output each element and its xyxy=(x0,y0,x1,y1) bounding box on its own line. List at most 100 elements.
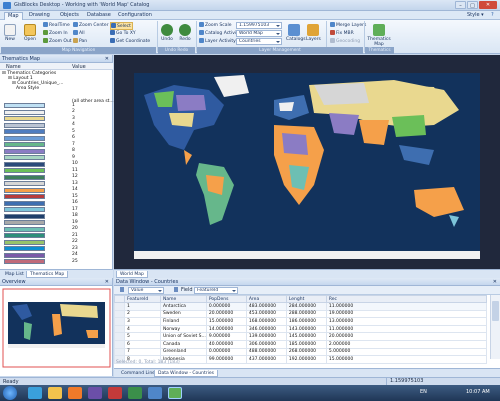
table-cell[interactable]: 40.000000 xyxy=(205,339,247,349)
color-swatch[interactable] xyxy=(4,259,45,264)
row-header[interactable] xyxy=(114,339,125,349)
table-cell[interactable]: 168.000000 xyxy=(245,317,287,326)
table-cell[interactable]: 453.000000 xyxy=(245,309,287,319)
table-cell[interactable]: 11.000000 xyxy=(325,302,488,311)
color-swatch[interactable] xyxy=(4,246,45,251)
zoom-all-button[interactable]: All xyxy=(73,30,85,36)
color-swatch[interactable] xyxy=(4,233,45,238)
tab-world-map[interactable]: World Map xyxy=(116,271,148,278)
overview-map-svg[interactable] xyxy=(2,288,111,368)
table-cell[interactable]: 437.000000 xyxy=(245,355,287,364)
column-header[interactable]: Rec xyxy=(325,295,488,303)
tab-thematics-map[interactable]: Thematics Map xyxy=(26,271,69,278)
table-cell[interactable]: Sweden xyxy=(160,309,207,319)
geocoding-button[interactable]: Geocoding xyxy=(330,38,360,44)
open-button[interactable]: Open xyxy=(22,24,38,42)
color-swatch[interactable] xyxy=(4,161,45,167)
table-cell[interactable]: 6 xyxy=(124,339,161,349)
menu-map[interactable]: Map xyxy=(4,12,23,20)
thematics-map-button[interactable]: Thematics Map xyxy=(366,24,392,47)
media-icon[interactable] xyxy=(68,387,82,399)
app-icon[interactable] xyxy=(148,387,162,399)
table-cell[interactable]: 186.000000 xyxy=(285,317,327,326)
table-cell[interactable]: 5 xyxy=(124,332,161,341)
fix-mbr-button[interactable]: Fix MBR xyxy=(330,30,354,36)
table-cell[interactable]: 306.000000 xyxy=(245,339,287,349)
catalogs-button[interactable]: Catalogs xyxy=(286,24,306,42)
table-cell[interactable]: 13.000000 xyxy=(325,317,488,326)
table-cell[interactable]: 143.000000 xyxy=(285,324,327,334)
table-cell[interactable]: 3 xyxy=(124,317,161,326)
table-cell[interactable]: 20.000000 xyxy=(325,332,488,341)
table-cell[interactable]: 0.000000 xyxy=(205,347,247,357)
table-cell[interactable]: 5.000000 xyxy=(325,347,488,357)
table-cell[interactable]: 346.000000 xyxy=(245,324,287,334)
color-swatch[interactable] xyxy=(4,239,45,245)
clock[interactable]: 10:07 AM xyxy=(466,389,490,395)
table-cell[interactable]: 268.000000 xyxy=(285,347,327,357)
select-button[interactable]: Select xyxy=(110,22,133,30)
menu-objects[interactable]: Objects xyxy=(57,12,82,20)
table-cell[interactable]: 2.000000 xyxy=(325,339,488,349)
color-swatch[interactable] xyxy=(4,109,45,115)
menu-configuration[interactable]: Configuration xyxy=(115,12,155,20)
row-header[interactable] xyxy=(114,347,125,357)
language-indicator[interactable]: EN xyxy=(420,389,427,395)
close-panel-icon[interactable]: ✕ xyxy=(105,278,109,286)
color-swatch[interactable] xyxy=(4,148,45,154)
table-cell[interactable]: 192.000000 xyxy=(285,355,327,364)
color-swatch[interactable] xyxy=(4,122,45,128)
table-cell[interactable]: 1 xyxy=(124,302,161,311)
color-swatch[interactable] xyxy=(4,252,45,258)
filter-icon[interactable] xyxy=(174,287,178,292)
row-header[interactable] xyxy=(114,324,125,334)
column-header[interactable]: FeatureId xyxy=(124,295,161,303)
layers-button[interactable]: Layers xyxy=(306,24,321,42)
new-button[interactable]: New xyxy=(3,24,17,42)
color-swatch[interactable] xyxy=(4,187,45,193)
table-cell[interactable]: Canada xyxy=(160,339,207,349)
maximize-button[interactable]: □ xyxy=(467,1,478,9)
row-header[interactable] xyxy=(114,332,125,341)
vertical-scrollbar[interactable] xyxy=(490,295,500,359)
zoom-center-button[interactable]: Zoom Center xyxy=(73,22,109,28)
table-cell[interactable]: 139.000000 xyxy=(245,332,287,341)
table-row[interactable]: 3 Finland 15.000000 168.000000 186.000000 13.… xyxy=(114,317,488,326)
color-swatch[interactable] xyxy=(4,168,45,173)
tab-map-list[interactable]: Map List xyxy=(2,271,27,278)
table-row[interactable]: 6 Canada 40.000000 306.000000 185.000000 2.00… xyxy=(114,339,488,349)
column-header[interactable]: Name xyxy=(160,295,207,303)
column-header[interactable]: PopDens xyxy=(205,295,247,303)
color-swatch[interactable] xyxy=(4,207,45,212)
table-cell[interactable]: 288.000000 xyxy=(285,309,327,319)
tab-command-line[interactable]: Command Line xyxy=(118,370,158,377)
table-cell[interactable]: 2 xyxy=(124,309,161,319)
close-panel-icon[interactable]: ✕ xyxy=(105,55,109,63)
catalog-activity-combo[interactable]: World Map xyxy=(236,30,282,37)
color-swatch[interactable] xyxy=(4,174,45,180)
table-cell[interactable]: 11.000000 xyxy=(325,324,488,334)
pan-button[interactable]: Pan xyxy=(73,38,87,44)
color-swatch[interactable] xyxy=(4,155,45,160)
color-swatch[interactable] xyxy=(4,200,45,206)
scroll-thumb[interactable] xyxy=(492,301,499,321)
table-row[interactable]: 2 Sweden 20.000000 453.000000 288.000000 19.0… xyxy=(114,309,488,319)
close-panel-icon[interactable]: ✕ xyxy=(493,278,497,286)
minimize-button[interactable]: – xyxy=(455,1,466,9)
table-cell[interactable]: 185.000000 xyxy=(285,339,327,349)
browser-icon[interactable] xyxy=(28,387,42,399)
table-cell[interactable]: 483.000000 xyxy=(245,302,287,311)
row-header[interactable] xyxy=(114,302,125,311)
color-swatch[interactable] xyxy=(4,116,45,121)
color-swatch[interactable] xyxy=(4,142,45,147)
table-cell[interactable]: 0.000000 xyxy=(205,302,247,311)
table-cell[interactable]: 99.000000 xyxy=(205,355,247,364)
table-cell[interactable]: Norway xyxy=(160,324,207,334)
color-swatch[interactable] xyxy=(4,135,45,141)
table-cell[interactable]: 20.000000 xyxy=(205,309,247,319)
table-cell[interactable]: 9.000000 xyxy=(205,332,247,341)
start-button-icon[interactable] xyxy=(3,386,17,400)
color-swatch[interactable] xyxy=(4,103,45,108)
undo-button[interactable]: Undo xyxy=(160,24,174,42)
explorer-icon[interactable] xyxy=(48,387,62,399)
